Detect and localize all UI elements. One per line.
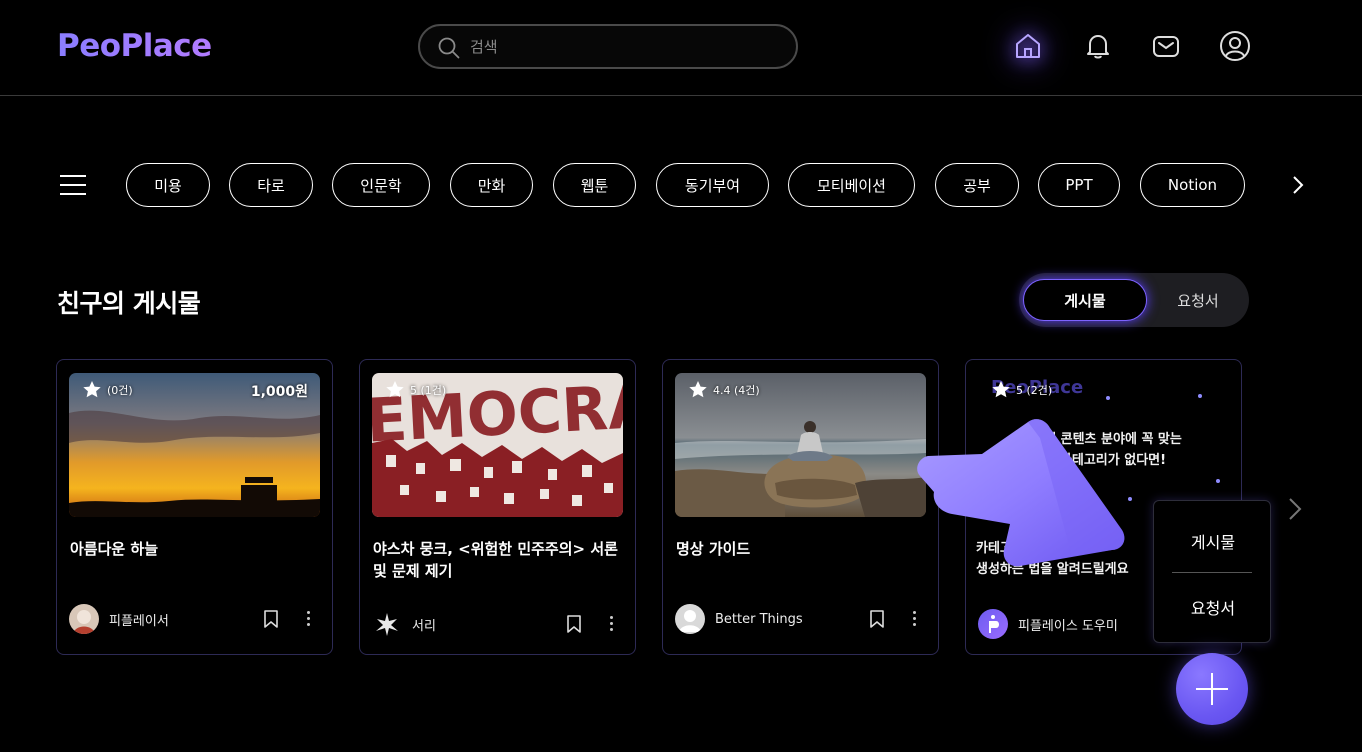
post-author[interactable]: 피플레이스 도우미 bbox=[978, 609, 1118, 639]
post-type-toggle: 게시물 요청서 bbox=[1019, 273, 1249, 327]
bell-icon[interactable] bbox=[1082, 30, 1114, 62]
category-chip-tarot[interactable]: 타로 bbox=[229, 163, 313, 207]
avatar bbox=[978, 609, 1008, 639]
category-chip-beauty[interactable]: 미용 bbox=[126, 163, 210, 207]
post-card[interactable]: 4.4 (4건) 명상 가이드 Better Things bbox=[662, 359, 939, 655]
toggle-posts-button[interactable]: 게시물 bbox=[1023, 279, 1147, 321]
price-label: 1,000원 bbox=[250, 384, 308, 400]
category-chip-ppt[interactable]: PPT bbox=[1038, 163, 1120, 207]
section-title: 친구의 게시물 bbox=[57, 289, 201, 318]
more-options-icon[interactable] bbox=[608, 616, 614, 632]
rating-text: (0건) bbox=[107, 383, 133, 397]
create-post-option[interactable]: 게시물 bbox=[1154, 529, 1272, 553]
star-icon bbox=[992, 381, 1010, 398]
category-chip-comics[interactable]: 만화 bbox=[450, 163, 533, 207]
post-title[interactable]: 야스차 뭉크, <위험한 민주주의> 서론 및 문제 제기 bbox=[373, 538, 625, 582]
post-title[interactable]: 아름다운 하늘 bbox=[70, 538, 322, 560]
post-title[interactable]: 명상 가이드 bbox=[676, 538, 928, 560]
rating-text: 4.4 (4건) bbox=[713, 383, 760, 397]
avatar bbox=[372, 609, 402, 639]
post-author[interactable]: Better Things bbox=[675, 604, 803, 634]
toggle-requests-button[interactable]: 요청서 bbox=[1151, 279, 1245, 321]
category-chip-motivation-kr[interactable]: 동기부여 bbox=[656, 163, 769, 207]
more-options-icon[interactable] bbox=[911, 611, 917, 627]
search-icon bbox=[438, 37, 460, 59]
rating: (0건) bbox=[82, 380, 133, 399]
author-name: Better Things bbox=[715, 611, 803, 627]
post-author[interactable]: 서리 bbox=[372, 609, 436, 639]
top-header: PeoPlace bbox=[0, 0, 1362, 96]
chevron-right-icon[interactable] bbox=[1290, 174, 1306, 196]
plus-icon bbox=[1196, 673, 1228, 705]
bookmark-icon[interactable] bbox=[263, 609, 279, 629]
more-options-icon[interactable] bbox=[305, 611, 311, 627]
post-thumbnail: (0건) 1,000원 bbox=[69, 373, 320, 517]
divider bbox=[1172, 572, 1252, 573]
peoplace-logo[interactable]: PeoPlace bbox=[57, 28, 212, 64]
pointer-arrow-graphic bbox=[917, 419, 1125, 567]
search-input[interactable] bbox=[470, 34, 770, 60]
post-card[interactable]: EMOCRAC 5 (1건) 야스차 뭉크, <위험한 민주주의> 서론 및 문… bbox=[359, 359, 636, 655]
create-menu-popup: 게시물 요청서 bbox=[1153, 500, 1271, 643]
create-request-option[interactable]: 요청서 bbox=[1154, 595, 1272, 619]
bookmark-icon[interactable] bbox=[869, 609, 885, 629]
author-name: 서리 bbox=[412, 618, 436, 634]
rating-text: 5 (1건) bbox=[410, 383, 447, 397]
user-icon[interactable] bbox=[1219, 30, 1251, 62]
rating-text: 5 (2건) bbox=[1016, 383, 1053, 397]
mail-icon[interactable] bbox=[1150, 30, 1182, 62]
category-chip-motivation[interactable]: 모티베이션 bbox=[788, 163, 915, 207]
author-name: 피플레이스 도우미 bbox=[1018, 618, 1118, 634]
star-icon bbox=[689, 381, 707, 398]
add-button[interactable] bbox=[1176, 653, 1248, 725]
star-icon bbox=[83, 381, 101, 398]
bookmark-icon[interactable] bbox=[566, 614, 582, 634]
hamburger-menu-icon[interactable] bbox=[60, 175, 86, 195]
rating: 4.4 (4건) bbox=[688, 380, 760, 399]
avatar bbox=[69, 604, 99, 634]
post-card[interactable]: (0건) 1,000원 아름다운 하늘 피플레이서 bbox=[56, 359, 333, 655]
category-chip-notion[interactable]: Notion bbox=[1140, 163, 1245, 207]
rating: 5 (1건) bbox=[385, 380, 446, 399]
post-thumbnail: EMOCRAC 5 (1건) bbox=[372, 373, 623, 517]
post-author[interactable]: 피플레이서 bbox=[69, 604, 169, 634]
author-name: 피플레이서 bbox=[109, 613, 169, 629]
search-bar[interactable] bbox=[418, 24, 798, 69]
post-thumbnail: 4.4 (4건) bbox=[675, 373, 926, 517]
avatar bbox=[675, 604, 705, 634]
star-icon bbox=[386, 381, 404, 398]
home-icon[interactable] bbox=[1012, 30, 1044, 62]
category-chip-humanities[interactable]: 인문학 bbox=[332, 163, 430, 207]
category-chip-study[interactable]: 공부 bbox=[935, 163, 1019, 207]
chevron-right-icon[interactable] bbox=[1287, 496, 1303, 522]
category-chip-webtoon[interactable]: 웹툰 bbox=[553, 163, 636, 207]
rating: 5 (2건) bbox=[991, 380, 1052, 399]
